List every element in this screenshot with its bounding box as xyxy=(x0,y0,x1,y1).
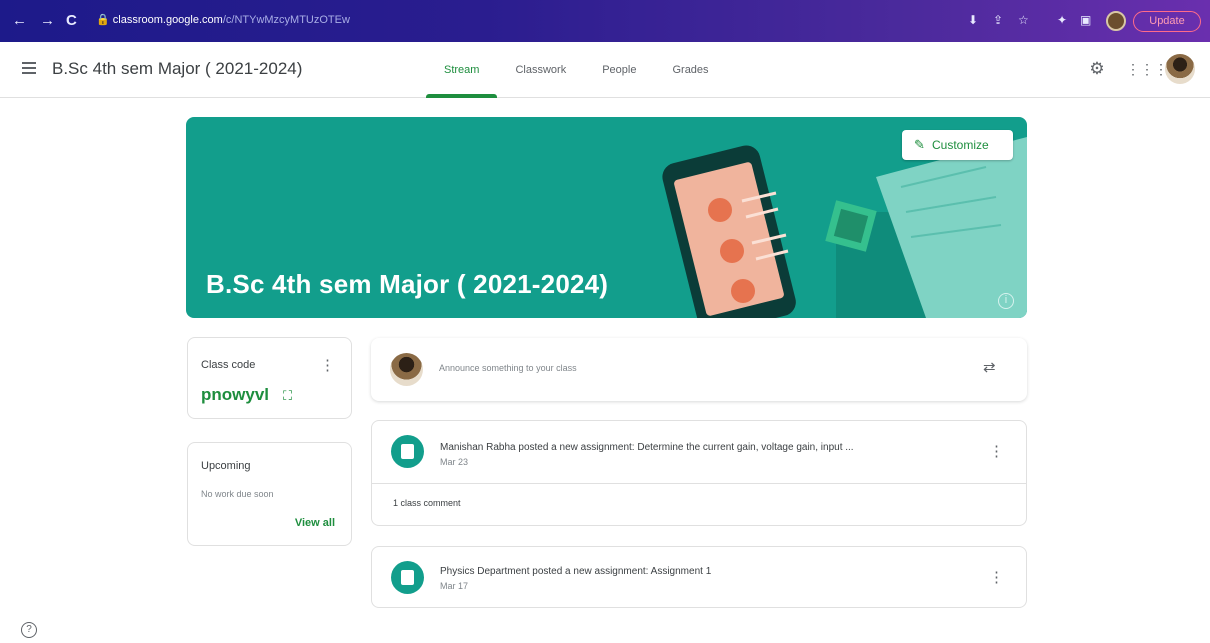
apps-grid-icon[interactable]: ⋮⋮⋮ xyxy=(1126,58,1168,80)
download-icon[interactable]: ⬇ xyxy=(968,13,978,27)
more-vert-icon[interactable]: ⋮ xyxy=(989,568,1004,586)
lock-icon: 🔒 xyxy=(96,14,113,26)
announce-box[interactable]: Announce something to your class ⇄ xyxy=(371,338,1027,401)
browser-toolbar: ← → C 🔒 classroom.google.com/c/NTYwMzcyM… xyxy=(0,0,1210,42)
address-bar[interactable]: 🔒 classroom.google.com/c/NTYwMzcyMTUzOTE… xyxy=(96,13,966,31)
update-button[interactable]: Update xyxy=(1133,11,1201,32)
post-date: Mar 23 xyxy=(440,457,469,467)
tab-people[interactable]: People xyxy=(584,42,654,98)
repost-icon[interactable]: ⇄ xyxy=(983,358,996,376)
announce-placeholder[interactable]: Announce something to your class xyxy=(439,363,577,373)
class-title[interactable]: B.Sc 4th sem Major ( 2021-2024) xyxy=(52,59,302,79)
classroom-header: B.Sc 4th sem Major ( 2021-2024) Stream C… xyxy=(0,42,1210,98)
back-arrow-icon[interactable]: ← xyxy=(12,13,27,29)
upcoming-card: Upcoming No work due soon View all xyxy=(187,442,352,546)
extensions-icon[interactable]: ✦ xyxy=(1057,13,1067,27)
divider xyxy=(372,483,1026,484)
upcoming-empty-text: No work due soon xyxy=(201,489,274,499)
url-host: classroom.google.com xyxy=(112,14,223,26)
view-all-link[interactable]: View all xyxy=(295,517,335,529)
assignment-icon xyxy=(391,561,424,594)
main-menu-icon[interactable] xyxy=(22,62,36,74)
tab-classwork[interactable]: Classwork xyxy=(497,42,584,98)
forward-arrow-icon[interactable]: → xyxy=(40,13,55,29)
info-icon[interactable]: i xyxy=(998,293,1014,309)
star-icon[interactable]: ☆ xyxy=(1018,13,1029,27)
more-vert-icon[interactable]: ⋮ xyxy=(320,356,335,374)
more-vert-icon[interactable]: ⋮ xyxy=(989,442,1004,460)
avatar xyxy=(390,353,423,386)
sidepanel-icon[interactable]: ▣ xyxy=(1080,13,1091,27)
class-code-value: pnowyvl xyxy=(201,385,270,404)
banner-title: B.Sc 4th sem Major ( 2021-2024) xyxy=(206,269,609,299)
class-tabs: Stream Classwork People Grades xyxy=(426,42,727,98)
post-date: Mar 17 xyxy=(440,581,469,591)
fullscreen-icon[interactable]: ⛶ xyxy=(283,388,292,404)
share-icon[interactable]: ⇪ xyxy=(993,13,1003,27)
customize-label: Customize xyxy=(932,138,989,152)
pencil-icon: ✎ xyxy=(914,137,925,152)
stream-post[interactable]: Manishan Rabha posted a new assignment: … xyxy=(371,420,1027,526)
customize-button[interactable]: ✎ Customize xyxy=(902,130,1013,160)
url-path: /c/NTYwMzcyMTUzOTEw xyxy=(222,14,350,26)
class-banner: B.Sc 4th sem Major ( 2021-2024) ✎ Custom… xyxy=(186,117,1027,318)
tab-grades[interactable]: Grades xyxy=(654,42,726,98)
class-comment-link[interactable]: 1 class comment xyxy=(393,498,461,508)
tab-stream[interactable]: Stream xyxy=(426,42,498,98)
browser-profile-avatar[interactable] xyxy=(1106,11,1126,31)
post-title[interactable]: Physics Department posted a new assignme… xyxy=(440,566,711,577)
settings-gear-icon[interactable]: ⚙ xyxy=(1086,58,1108,80)
class-code-label: Class code xyxy=(201,359,256,371)
user-avatar[interactable] xyxy=(1165,54,1195,84)
upcoming-title: Upcoming xyxy=(201,460,251,472)
stream-post[interactable]: Physics Department posted a new assignme… xyxy=(371,546,1027,608)
class-code-card: Class code ⋮ pnowyvl ⛶ xyxy=(187,337,352,419)
help-icon[interactable]: ? xyxy=(21,622,37,638)
reload-icon[interactable]: C xyxy=(66,13,77,29)
assignment-icon xyxy=(391,435,424,468)
post-title[interactable]: Manishan Rabha posted a new assignment: … xyxy=(440,442,854,453)
